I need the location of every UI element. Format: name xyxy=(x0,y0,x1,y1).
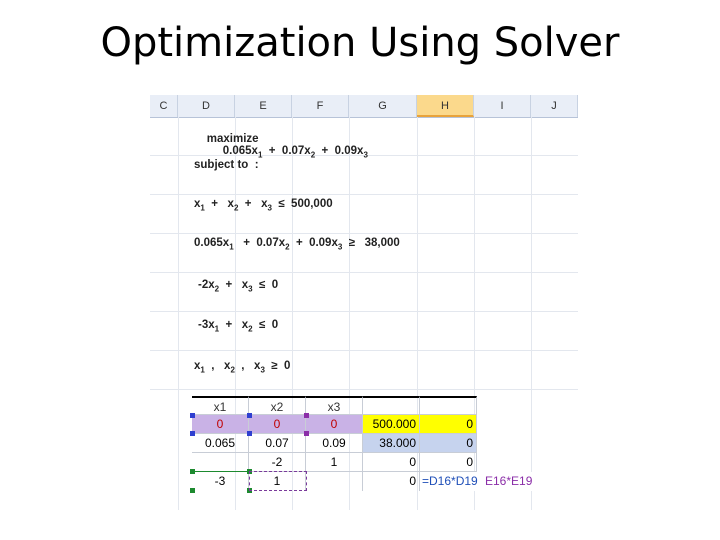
range-handle[interactable] xyxy=(247,431,252,436)
column-header-g[interactable]: G xyxy=(349,95,417,117)
term: + x xyxy=(219,319,249,331)
objective-term: + 0.09x xyxy=(315,145,364,157)
term: -3x xyxy=(198,319,215,331)
grid-line xyxy=(150,233,578,234)
column-header-i[interactable]: I xyxy=(474,95,531,117)
decision-cell-x2[interactable]: 0 xyxy=(249,415,306,434)
range-handle[interactable] xyxy=(304,431,309,436)
coef-cell[interactable] xyxy=(192,453,249,472)
term: ≤ 500,000 xyxy=(271,198,333,210)
constraint-nonnegativity: x1 , x2 , x3 ≥ 0 xyxy=(194,360,290,374)
range-border xyxy=(192,471,249,472)
term: ≤ 0 xyxy=(252,319,279,331)
coef-cell[interactable]: 0.07 xyxy=(249,434,306,453)
term: ≥ 38,000 xyxy=(342,237,400,249)
column-header-h[interactable]: H xyxy=(417,95,474,117)
grid-line xyxy=(150,272,578,273)
subscript: 3 xyxy=(363,150,368,160)
constraint-result-cell[interactable]: 0 xyxy=(420,453,477,472)
column-header-d[interactable]: D xyxy=(178,95,235,117)
table-cell[interactable] xyxy=(420,396,477,415)
range-handle[interactable] xyxy=(190,488,195,493)
term: 0.065x xyxy=(194,237,230,249)
constraint-total-cell[interactable]: 0 xyxy=(363,453,420,472)
column-header-j[interactable]: J xyxy=(531,95,578,117)
formula-cell[interactable]: =D16*D19 xyxy=(420,472,488,491)
formula-part-b: E16*E19 xyxy=(483,472,553,491)
coef-cell[interactable]: -2 xyxy=(249,453,306,472)
coef-cell[interactable]: 1 xyxy=(306,453,363,472)
objective-term: 0.065x xyxy=(222,145,258,157)
objective-result-cell[interactable]: 0 xyxy=(420,415,477,434)
column-header-row: C D E F G H I J xyxy=(150,95,578,118)
range-handle[interactable] xyxy=(190,431,195,436)
grid-line xyxy=(150,194,578,195)
term: , x xyxy=(204,360,231,372)
spreadsheet: C D E F G H I J maximize 0.065x1 + 0.07x… xyxy=(150,95,578,510)
constraint-total-cell[interactable]: 38.000 xyxy=(363,434,420,453)
table-cell[interactable] xyxy=(363,396,420,415)
header-cell-x1[interactable]: x1 xyxy=(192,396,249,415)
constraint-result-cell[interactable]: 0 xyxy=(420,434,477,453)
header-cell-x2[interactable]: x2 xyxy=(249,396,306,415)
maximize-label: maximize xyxy=(206,133,259,145)
objective-term: + 0.07x xyxy=(262,145,311,157)
range-handle[interactable] xyxy=(304,413,309,418)
grid-line xyxy=(150,389,578,390)
objective-total-cell[interactable]: 500.000 xyxy=(363,415,420,434)
grid-line xyxy=(150,311,578,312)
constraint-total-cell[interactable]: 0 xyxy=(363,472,420,491)
coef-cell[interactable]: 0.065 xyxy=(192,434,249,453)
term: ≤ 0 xyxy=(252,279,279,291)
term: + 0.09x xyxy=(289,237,338,249)
constraint-4: -3x1 + x2 ≤ 0 xyxy=(198,319,278,333)
coef-cell[interactable] xyxy=(306,472,363,491)
copy-range-border xyxy=(249,471,307,491)
decision-cell-x1[interactable]: 0 xyxy=(192,415,249,434)
term: ≥ 0 xyxy=(264,360,291,372)
term: + 0.07x xyxy=(233,237,286,249)
range-handle[interactable] xyxy=(247,413,252,418)
constraint-1: x1 + x2 + x3 ≤ 500,000 xyxy=(194,198,333,212)
term: + x xyxy=(219,279,249,291)
grid-line xyxy=(150,350,578,351)
term: + x xyxy=(238,198,268,210)
column-header-c[interactable]: C xyxy=(150,95,178,117)
decision-cell-x3[interactable]: 0 xyxy=(306,415,363,434)
subject-to-label: subject to : xyxy=(194,159,259,171)
term: -2x xyxy=(198,279,215,291)
constraint-3: -2x2 + x3 ≤ 0 xyxy=(198,279,278,293)
formula-part-a: =D16*D19 xyxy=(422,474,478,488)
header-cell-x3[interactable]: x3 xyxy=(306,396,363,415)
term: , x xyxy=(234,360,261,372)
constraint-2: 0.065x1 + 0.07x2 + 0.09x3 ≥ 38,000 xyxy=(194,237,400,251)
grid-line xyxy=(178,117,179,510)
range-handle[interactable] xyxy=(190,413,195,418)
slide-title: Optimization Using Solver xyxy=(100,20,620,66)
column-header-e[interactable]: E xyxy=(235,95,292,117)
grid-line xyxy=(531,117,532,510)
term: + x xyxy=(204,198,234,210)
column-header-f[interactable]: F xyxy=(292,95,349,117)
coef-cell[interactable]: -3 xyxy=(192,472,249,491)
coef-cell[interactable]: 0.09 xyxy=(306,434,363,453)
